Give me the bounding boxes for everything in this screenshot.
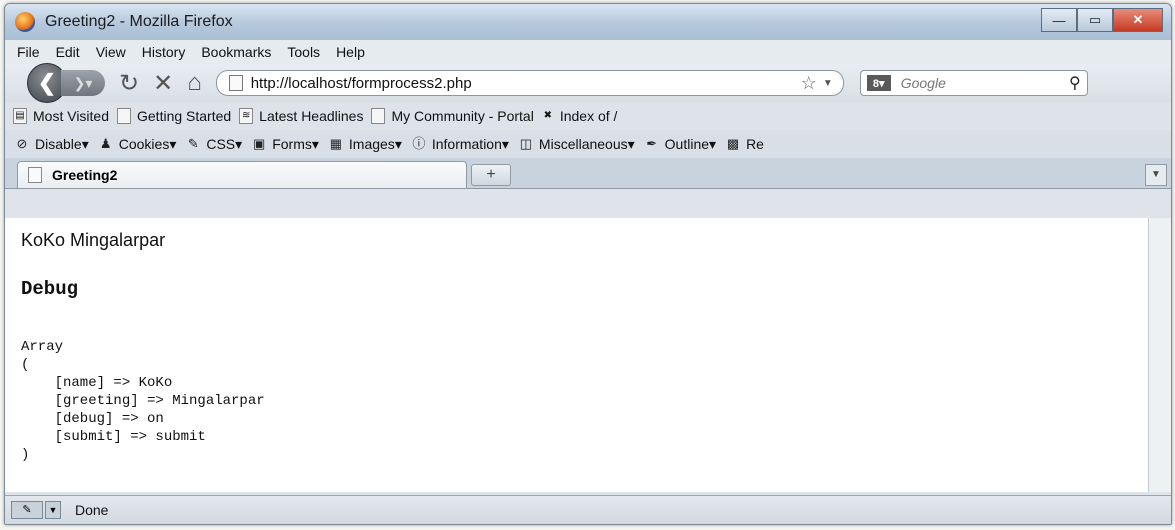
dev-miscellaneous[interactable]: ◫ Miscellaneous ▾ xyxy=(518,136,635,153)
status-bar: ✎ ▼ Done xyxy=(5,495,1171,524)
close-button[interactable]: ✕ xyxy=(1113,8,1163,32)
menu-help[interactable]: Help xyxy=(336,44,365,60)
bookmarks-toolbar: ▤ Most Visited Getting Started ≋ Latest He… xyxy=(5,102,1171,130)
dev-label: CSS xyxy=(206,136,236,152)
minimize-button[interactable]: — xyxy=(1041,8,1077,32)
page-icon xyxy=(371,108,386,124)
stop-icon[interactable]: ✕ xyxy=(153,69,173,98)
vertical-scrollbar[interactable] xyxy=(1148,218,1171,492)
home-icon[interactable]: ⌂ xyxy=(187,69,202,97)
dev-information[interactable]: ⓘ Information ▾ xyxy=(411,136,509,153)
misc-icon: ◫ xyxy=(519,136,533,151)
bookmark-label: Index of / xyxy=(559,108,618,124)
page-icon xyxy=(117,108,131,124)
url-text[interactable]: http://localhost/formprocess2.php xyxy=(251,75,801,92)
resize-icon: ▩ xyxy=(726,136,740,151)
dev-images[interactable]: ▦ Images ▾ xyxy=(328,136,402,153)
outline-pen-icon: ✒ xyxy=(646,136,658,151)
dev-outline[interactable]: ✒ Outline ▾ xyxy=(644,136,716,153)
dev-label: Cookies xyxy=(118,136,170,152)
tab-title: Greeting2 xyxy=(52,167,118,183)
bookmark-label: Latest Headlines xyxy=(259,108,364,124)
search-input[interactable]: Google xyxy=(901,75,1069,91)
bookmark-my-community[interactable]: My Community - Portal xyxy=(371,108,534,124)
bookmark-star-icon[interactable]: ☆ xyxy=(801,73,817,94)
dev-css[interactable]: ✎ CSS ▾ xyxy=(185,136,242,153)
status-dropdown-icon[interactable]: ▼ xyxy=(45,501,61,519)
title-bar: Greeting2 - Mozilla Firefox — ▭ ✕ xyxy=(5,4,1171,40)
dev-label: Re xyxy=(746,136,764,152)
disable-icon: ⊘ xyxy=(16,136,28,151)
dev-resize[interactable]: ▩ Re xyxy=(725,136,764,152)
url-dropdown-icon[interactable]: ▼ xyxy=(823,78,833,89)
google-icon[interactable]: 8▾ xyxy=(866,75,891,91)
tab-list-icon[interactable]: ▼ xyxy=(1145,164,1167,186)
pencil-icon: ✎ xyxy=(187,136,199,151)
navigation-toolbar: ❮ ❯▾ ↻ ✕ ⌂ http://localhost/formprocess2… xyxy=(5,63,1171,103)
page-icon xyxy=(228,75,243,91)
info-icon: ⓘ xyxy=(412,136,426,151)
dev-label: Information xyxy=(431,136,502,152)
dev-label: Outline xyxy=(664,136,710,152)
search-bar[interactable]: 8▾ Google ⚲ xyxy=(859,70,1088,96)
bookmark-most-visited[interactable]: ▤ Most Visited xyxy=(13,108,109,124)
menu-bookmarks[interactable]: Bookmarks xyxy=(201,44,271,60)
status-text: Done xyxy=(75,502,109,518)
form-icon: ▣ xyxy=(253,136,266,151)
bookmark-label: Getting Started xyxy=(137,108,232,124)
bookmark-index-of[interactable]: ✖ Index of / xyxy=(542,108,618,124)
dev-cookies[interactable]: ♟ Cookies ▾ xyxy=(98,136,176,153)
web-developer-toolbar: ⊘ Disable ▾ ♟ Cookies ▾ ✎ CSS ▾ ▣ Forms ▾ ▦ Image… xyxy=(5,130,1171,158)
most-visited-icon: ▤ xyxy=(13,108,27,124)
image-icon: ▦ xyxy=(329,136,343,151)
new-tab-button[interactable]: + xyxy=(471,164,511,186)
page-content: KoKo Mingalarpar Debug Array ( [name] =>… xyxy=(5,218,1149,492)
bookmark-latest-headlines[interactable]: ≋ Latest Headlines xyxy=(239,108,363,124)
dev-forms[interactable]: ▣ Forms ▾ xyxy=(251,136,319,153)
array-dump: Array ( [name] => KoKo [greeting] => Min… xyxy=(21,339,265,463)
window-title: Greeting2 - Mozilla Firefox xyxy=(45,13,233,30)
reload-icon[interactable]: ↻ xyxy=(119,69,139,98)
dev-label: Forms xyxy=(272,136,312,152)
dev-disable[interactable]: ⊘ Disable ▾ xyxy=(14,136,89,153)
dev-label: Miscellaneous xyxy=(538,136,628,152)
menu-tools[interactable]: Tools xyxy=(287,44,320,60)
bookmark-getting-started[interactable]: Getting Started xyxy=(117,108,231,124)
menu-bar: File Edit View History Bookmarks Tools H… xyxy=(5,40,1171,64)
browser-window: Greeting2 - Mozilla Firefox — ▭ ✕ File E… xyxy=(4,3,1172,525)
menu-edit[interactable]: Edit xyxy=(56,44,80,60)
tab-strip: Greeting2 + ▼ xyxy=(5,158,1171,189)
dev-label: Images xyxy=(348,136,395,152)
search-icon[interactable]: ⚲ xyxy=(1069,73,1081,93)
rss-icon: ≋ xyxy=(239,108,254,124)
tool-icon: ✖ xyxy=(543,110,553,121)
debug-heading: Debug xyxy=(21,278,79,300)
page-icon xyxy=(28,167,42,183)
dev-label: Disable xyxy=(35,136,82,152)
url-bar[interactable]: http://localhost/formprocess2.php ☆ ▼ xyxy=(215,70,844,96)
menu-file[interactable]: File xyxy=(17,44,40,60)
bookmark-label: Most Visited xyxy=(33,108,109,124)
forward-button[interactable]: ❯▾ xyxy=(61,70,105,96)
firefox-logo-icon xyxy=(15,12,35,32)
menu-view[interactable]: View xyxy=(96,44,126,60)
greeting-text: KoKo Mingalarpar xyxy=(21,230,166,250)
web-developer-icon[interactable]: ✎ xyxy=(11,501,43,519)
tab-greeting2[interactable]: Greeting2 xyxy=(17,161,467,188)
maximize-button[interactable]: ▭ xyxy=(1077,8,1113,32)
bookmark-label: My Community - Portal xyxy=(391,108,534,124)
user-icon: ♟ xyxy=(99,136,112,151)
menu-history[interactable]: History xyxy=(142,44,186,60)
